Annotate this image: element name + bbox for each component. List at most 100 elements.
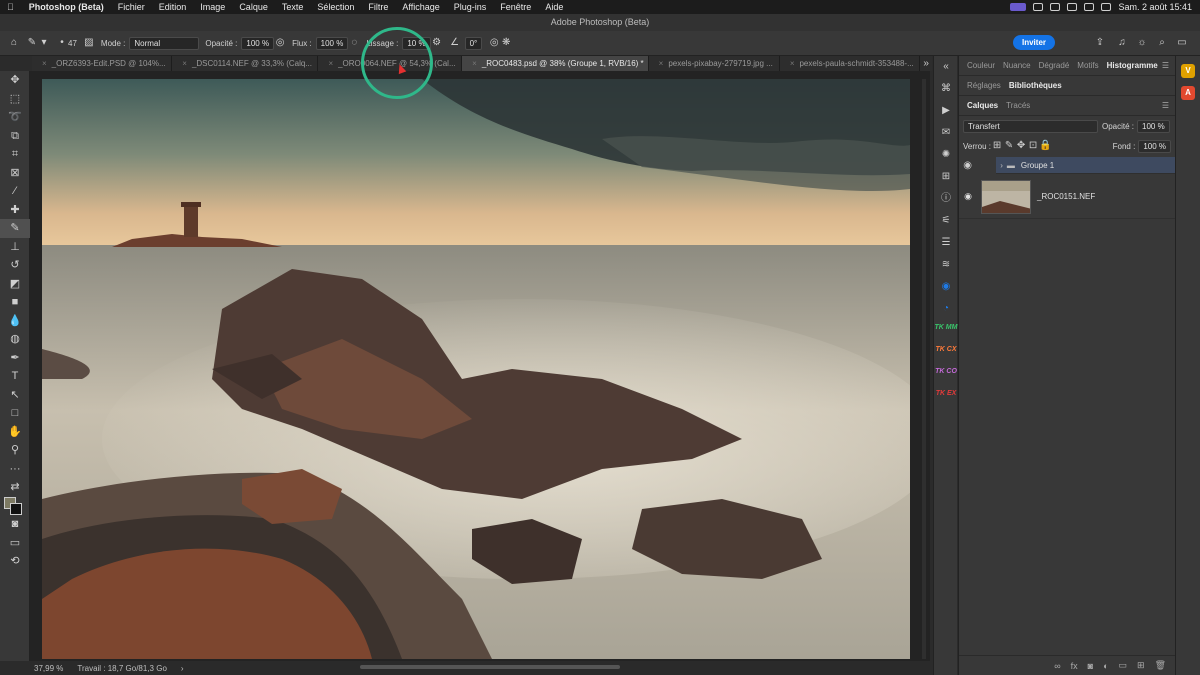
mode-select[interactable]: Normal [129, 36, 200, 50]
apple-icon[interactable]:  [0, 2, 21, 12]
plugin-a-icon[interactable]: A [1181, 86, 1195, 100]
eye-icon[interactable]: ◉ [959, 191, 977, 202]
mask-icon[interactable]: ◙ [1088, 661, 1093, 671]
layer-row-group[interactable]: ◉ › ▬ Groupe 1 [959, 156, 1175, 175]
collapse-icon[interactable]: « [934, 56, 958, 78]
lock-move-icon[interactable]: ✥ [1015, 140, 1027, 152]
tab-degrade[interactable]: Dégradé [1035, 61, 1074, 70]
actions-panel-icon[interactable]: ▶ [934, 100, 958, 122]
canvas-photo[interactable] [42, 79, 910, 659]
lock-all-icon[interactable]: 🔒 [1039, 140, 1051, 152]
eraser-tool-icon[interactable]: ◩ [0, 275, 30, 294]
lightbulb-icon[interactable]: ☼ [1136, 37, 1148, 49]
close-icon[interactable]: × [42, 59, 47, 68]
frame-tool-icon[interactable]: ⊠ [0, 164, 30, 183]
gradient-tool-icon[interactable]: ■ [0, 293, 30, 312]
info-panel-icon[interactable]: ⓘ [934, 188, 958, 210]
menu-filtre[interactable]: Filtre [361, 2, 395, 12]
clock[interactable]: Sam. 2 août 15:41 [1118, 2, 1192, 12]
plugin-blue-icon[interactable]: ◉ [934, 276, 958, 298]
more-tools-icon[interactable]: ··· [0, 460, 30, 479]
horizontal-scrollbar[interactable] [360, 665, 620, 669]
menu-texte[interactable]: Texte [275, 2, 311, 12]
lock-artboard-icon[interactable]: ⊡ [1027, 140, 1039, 152]
invite-button[interactable]: Inviter [1013, 35, 1056, 50]
brush-icon[interactable]: ✎ [26, 37, 38, 49]
work-info[interactable]: Travail : 18,7 Go/81,3 Go [77, 664, 167, 673]
menu-edition[interactable]: Edition [152, 2, 194, 12]
history-brush-icon[interactable]: ↺ [0, 256, 30, 275]
tray-battery-icon[interactable] [1101, 3, 1112, 11]
edit-toolbar-icon[interactable]: ⟲ [0, 552, 30, 571]
fx-icon[interactable]: fx [1071, 661, 1078, 671]
object-select-tool-icon[interactable]: ⧉ [0, 127, 30, 146]
tray-display-icon[interactable] [1050, 3, 1061, 11]
tab-doc-1[interactable]: × _ORZ6393-Edit.PSD @ 104%... [32, 56, 173, 71]
tab-doc-2[interactable]: × _DSC0114.NEF @ 33,3% (Calq... [172, 56, 319, 71]
paths-panel-icon[interactable]: ≋ [934, 254, 958, 276]
layer-group-1[interactable]: › ▬ Groupe 1 [996, 157, 1175, 174]
document-canvas-area[interactable] [30, 71, 930, 661]
brush-size[interactable]: • 47 [56, 37, 77, 49]
plugin-v-icon[interactable]: V [1181, 64, 1195, 78]
comments-panel-icon[interactable]: ✉ [934, 122, 958, 144]
zoom-tool-icon[interactable]: ⚲ [0, 441, 30, 460]
fill-field[interactable]: 100 % [1138, 139, 1171, 153]
app-menu[interactable]: Photoshop (Beta) [21, 2, 111, 12]
search-icon[interactable]: ⌕ [1156, 37, 1168, 49]
tk-cx-icon[interactable]: TK CX [934, 342, 958, 364]
tab-couleur[interactable]: Couleur [963, 61, 999, 70]
close-icon[interactable]: × [182, 59, 187, 68]
crop-tool-icon[interactable]: ⌗ [0, 145, 30, 164]
swap-colors-icon[interactable]: ⇄ [0, 478, 30, 497]
chevron-right-icon[interactable]: › [1000, 161, 1003, 170]
properties-panel-icon[interactable]: ⊞ [934, 166, 958, 188]
menu-fichier[interactable]: Fichier [111, 2, 152, 12]
tab-histogramme[interactable]: Histogramme [1103, 61, 1162, 70]
lasso-tool-icon[interactable]: ➰ [0, 108, 30, 127]
menu-selection[interactable]: Sélection [310, 2, 361, 12]
path-select-tool-icon[interactable]: ↖ [0, 386, 30, 405]
lock-paint-icon[interactable]: ✎ [1003, 140, 1015, 152]
new-layer-icon[interactable]: ⊞ [1137, 660, 1145, 671]
screen-mode-icon[interactable]: ▭ [0, 534, 30, 553]
shape-tool-icon[interactable]: □ [0, 404, 30, 423]
quick-mask-icon[interactable]: ◙ [0, 515, 30, 534]
eyedropper-tool-icon[interactable]: ⁄ [0, 182, 30, 201]
symmetry-icon[interactable]: ❋ [500, 37, 512, 49]
background-color-swatch[interactable] [10, 502, 22, 515]
close-icon[interactable]: × [472, 59, 477, 68]
chevron-down-icon[interactable]: ▾ [38, 37, 50, 49]
menu-image[interactable]: Image [193, 2, 232, 12]
flux-field[interactable]: 100 % [315, 36, 349, 50]
layer-image[interactable]: ◉ _ROC0151.NEF [959, 175, 1175, 219]
new-group-icon[interactable]: ▭ [1119, 660, 1128, 671]
close-icon[interactable]: × [790, 59, 795, 68]
menu-calque[interactable]: Calque [232, 2, 275, 12]
plugin-pie-icon[interactable]: ◔ [934, 298, 958, 320]
share-icon[interactable]: ⇪ [1094, 37, 1106, 49]
brush-settings-icon[interactable]: ▨ [83, 37, 95, 49]
tab-bibliotheques[interactable]: Bibliothèques [1005, 81, 1066, 90]
opacity-field[interactable]: 100 % [241, 36, 275, 50]
bell-icon[interactable]: ♫ [1116, 37, 1128, 49]
layer-opacity-field[interactable]: 100 % [1137, 119, 1170, 133]
gear-icon[interactable]: ⚙ [431, 37, 443, 49]
trash-icon[interactable]: 🗑 [1155, 660, 1166, 671]
menu-plugins[interactable]: Plug-ins [447, 2, 494, 12]
pen-tool-icon[interactable]: ✒ [0, 349, 30, 368]
close-icon[interactable]: × [328, 59, 333, 68]
airbrush-icon[interactable]: ◌ [348, 37, 360, 49]
tk-co-icon[interactable]: TK CO [934, 364, 958, 386]
tab-reglages[interactable]: Réglages [963, 81, 1005, 90]
healing-tool-icon[interactable]: ✚ [0, 201, 30, 220]
pressure-size-icon[interactable]: ◎ [488, 37, 500, 49]
zoom-level[interactable]: 37,99 % [34, 664, 63, 673]
marquee-tool-icon[interactable]: ⬚ [0, 90, 30, 109]
tab-doc-6[interactable]: × pexels-paula-schmidt-353488-... [780, 56, 921, 71]
status-arrow[interactable]: › [181, 664, 184, 673]
blend-mode-select[interactable]: Transfert [963, 119, 1098, 133]
tab-doc-5[interactable]: × pexels-pixabay-279719.jpg ... [649, 56, 780, 71]
lock-pixels-icon[interactable]: ⊞ [991, 140, 1003, 152]
tab-nuance[interactable]: Nuance [999, 61, 1035, 70]
